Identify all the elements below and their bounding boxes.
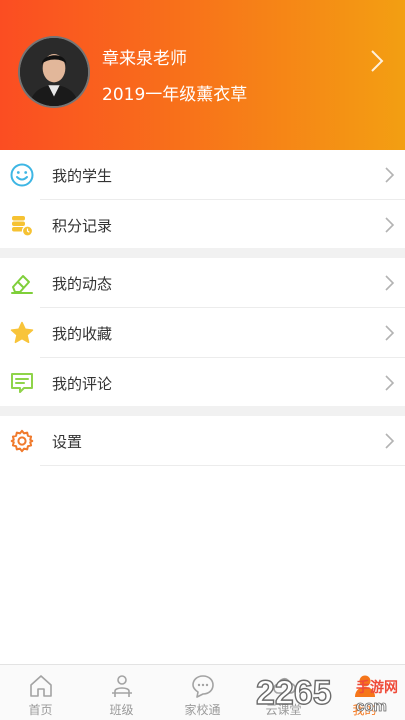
star-icon bbox=[9, 320, 35, 346]
home-icon bbox=[28, 673, 54, 699]
profile-header[interactable]: 章来泉老师 2019一年级薰衣草 bbox=[0, 0, 405, 150]
tab-home[interactable]: 首页 bbox=[0, 665, 81, 720]
gear-icon bbox=[9, 428, 35, 454]
menu-item-moments[interactable]: 我的动态 bbox=[0, 258, 405, 308]
tab-home-school[interactable]: 家校通 bbox=[162, 665, 243, 720]
menu-item-label: 我的收藏 bbox=[52, 325, 113, 343]
section-gap bbox=[0, 248, 405, 258]
menu-item-points[interactable]: 积分记录 bbox=[0, 200, 405, 250]
menu-item-label: 设置 bbox=[52, 433, 83, 451]
chevron-right-icon bbox=[382, 432, 396, 450]
eraser-icon bbox=[9, 270, 35, 296]
watermark-logo: 2265 手游网 com bbox=[256, 668, 402, 718]
tab-label: 家校通 bbox=[184, 703, 221, 717]
chevron-right-icon bbox=[382, 324, 396, 342]
coins-icon bbox=[9, 212, 35, 238]
menu-item-comments[interactable]: 我的评论 bbox=[0, 358, 405, 408]
chevron-right-icon bbox=[382, 216, 396, 234]
divider bbox=[40, 465, 405, 466]
menu-item-label: 积分记录 bbox=[52, 217, 113, 235]
chevron-right-icon bbox=[382, 374, 396, 392]
menu-item-students[interactable]: 我的学生 bbox=[0, 150, 405, 200]
menu-item-label: 我的学生 bbox=[52, 167, 113, 185]
smile-icon bbox=[9, 162, 35, 188]
tab-label: 首页 bbox=[28, 703, 53, 717]
chevron-right-icon bbox=[382, 166, 396, 184]
menu-item-label: 我的评论 bbox=[52, 375, 113, 393]
watermark-domain: com bbox=[356, 698, 387, 715]
chevron-right-icon bbox=[382, 274, 396, 292]
class-icon bbox=[109, 673, 135, 699]
chevron-right-icon[interactable] bbox=[362, 46, 390, 76]
comment-icon bbox=[9, 370, 35, 396]
avatar[interactable] bbox=[18, 36, 90, 108]
chat-bubble-icon bbox=[190, 673, 216, 699]
menu-item-settings[interactable]: 设置 bbox=[0, 416, 405, 466]
teacher-name: 章来泉老师 bbox=[102, 49, 187, 69]
tab-class[interactable]: 班级 bbox=[81, 665, 162, 720]
section-gap bbox=[0, 406, 405, 416]
tab-label: 班级 bbox=[109, 703, 134, 717]
class-name: 2019一年级薰衣草 bbox=[102, 85, 248, 105]
watermark-cn: 手游网 bbox=[356, 679, 398, 696]
watermark-number: 2265 bbox=[256, 674, 332, 712]
menu-item-favorites[interactable]: 我的收藏 bbox=[0, 308, 405, 358]
menu-item-label: 我的动态 bbox=[52, 275, 113, 293]
